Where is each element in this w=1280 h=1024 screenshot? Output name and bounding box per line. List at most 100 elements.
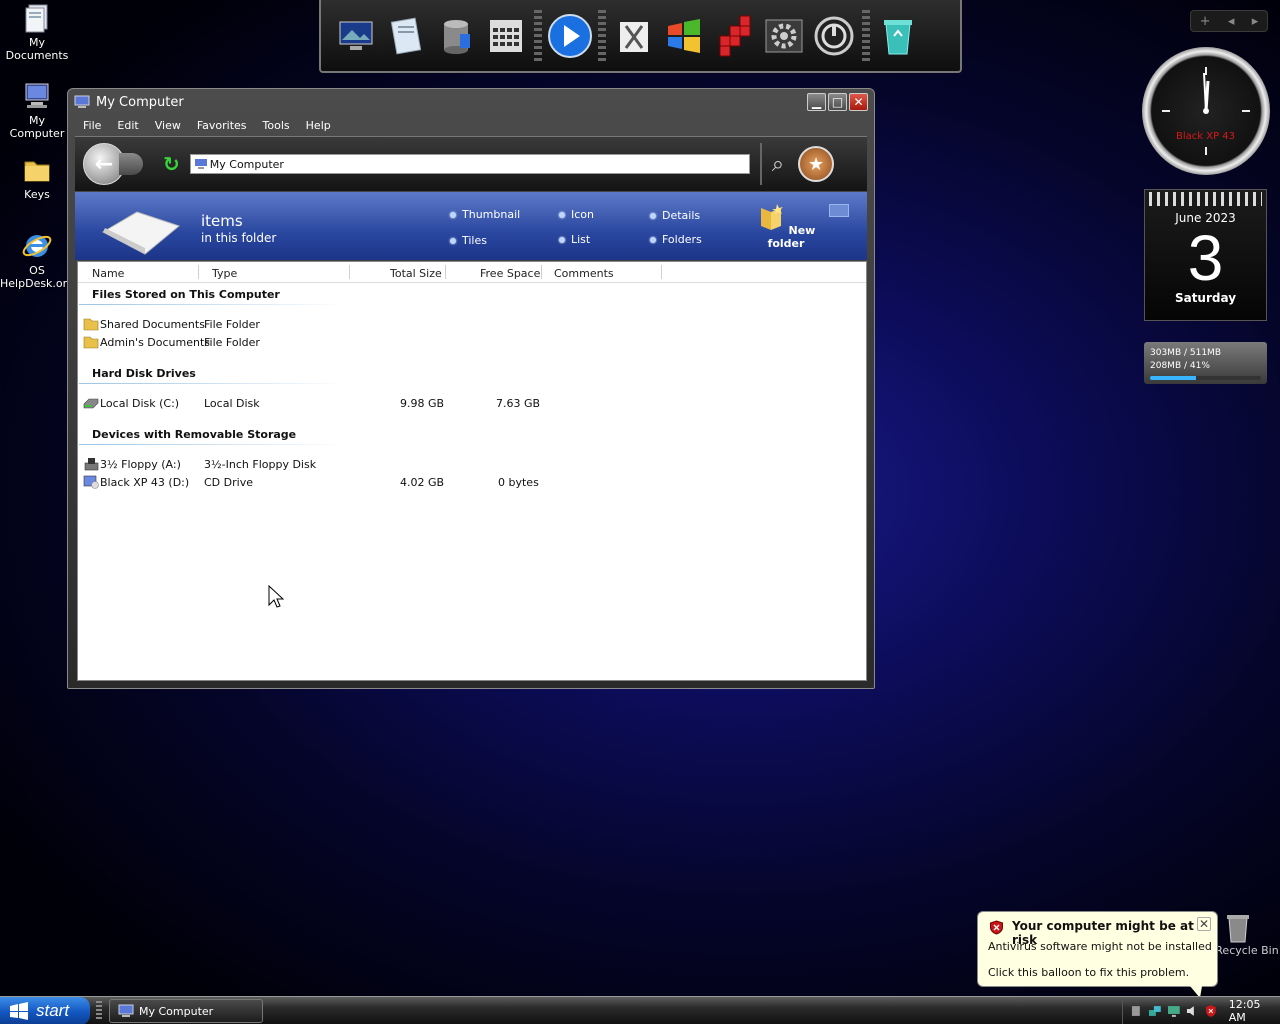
start-button[interactable]: start xyxy=(0,997,90,1024)
new-folder-button[interactable]: New folder xyxy=(751,202,821,250)
view-option-label: Tiles xyxy=(462,234,487,247)
desktop-icon-my-computer[interactable]: My Computer xyxy=(0,80,74,140)
column-divider[interactable] xyxy=(661,265,662,279)
minimize-button[interactable]: ▁ xyxy=(807,93,826,111)
safely-remove-hardware-icon[interactable] xyxy=(1129,1004,1143,1018)
view-details-option[interactable]: Details xyxy=(650,209,700,222)
dock-recycle-bin-icon[interactable] xyxy=(873,8,923,64)
column-type[interactable]: Type xyxy=(212,267,237,280)
windows-flag-icon xyxy=(10,1002,28,1020)
new-folder-icon xyxy=(760,204,783,230)
view-folders-option[interactable]: Folders xyxy=(650,233,702,246)
view-tiles-option[interactable]: Tiles xyxy=(450,234,487,247)
dock-display-icon[interactable] xyxy=(331,8,381,64)
dock-windows-icon[interactable] xyxy=(659,8,709,64)
row-type: File Folder xyxy=(204,318,260,331)
column-divider[interactable] xyxy=(349,265,350,279)
dock-calculator-icon[interactable] xyxy=(481,8,531,64)
menu-edit[interactable]: Edit xyxy=(109,119,146,132)
security-alert-icon[interactable] xyxy=(1204,1004,1218,1018)
column-total-size[interactable]: Total Size xyxy=(390,267,442,280)
row-name: Black XP 43 (D:) xyxy=(100,476,190,489)
info-toggle-icon[interactable] xyxy=(829,204,849,217)
table-row[interactable]: Local Disk (C:) Local Disk 9.98 GB 7.63 … xyxy=(78,395,638,412)
menu-favorites[interactable]: Favorites xyxy=(189,119,255,132)
search-icon[interactable]: ⌕ xyxy=(772,152,784,177)
column-divider[interactable] xyxy=(445,265,446,279)
column-divider[interactable] xyxy=(541,265,542,279)
group-divider xyxy=(79,304,347,305)
cd-drive-icon xyxy=(83,475,99,489)
memory-line-2: 208MB / 41% xyxy=(1150,361,1210,371)
window-titlebar[interactable]: My Computer ▁ □ ✕ xyxy=(68,89,874,115)
memory-usage-fill xyxy=(1150,376,1196,380)
close-button[interactable]: ✕ xyxy=(849,93,868,111)
calendar-rings xyxy=(1149,192,1262,206)
quick-launch-grip[interactable] xyxy=(96,1001,102,1021)
display-icon[interactable] xyxy=(1167,1004,1181,1018)
menu-tools[interactable]: Tools xyxy=(255,119,298,132)
group-header: Hard Disk Drives xyxy=(92,367,196,380)
row-type: 3½-Inch Floppy Disk xyxy=(204,458,317,471)
view-list-option[interactable]: List xyxy=(559,233,590,246)
table-row[interactable]: 3½ Floppy (A:) 3½-Inch Floppy Disk xyxy=(78,456,638,473)
gadget-toolbar: + ◂ ▸ xyxy=(1190,10,1268,32)
column-comments[interactable]: Comments xyxy=(554,267,614,280)
dock-registry-icon[interactable] xyxy=(709,8,759,64)
row-name: Admin's Documents xyxy=(100,336,211,349)
table-row[interactable]: Admin's Documents File Folder xyxy=(78,334,638,351)
refresh-icon[interactable]: ↻ xyxy=(163,152,180,176)
desktop-icon-recycle-bin[interactable]: Recycle Bin xyxy=(1212,912,1280,957)
balloon-close-icon[interactable]: ✕ xyxy=(1197,917,1211,931)
previous-icon[interactable]: ◂ xyxy=(1228,14,1235,29)
volume-icon[interactable] xyxy=(1185,1004,1199,1018)
desktop-icon-label: Recycle Bin xyxy=(1215,944,1279,957)
desktop-icon-my-documents[interactable]: My Documents xyxy=(0,2,74,62)
bullet-icon xyxy=(650,212,656,219)
column-free-space[interactable]: Free Space xyxy=(480,267,540,280)
view-thumbnail-option[interactable]: Thumbnail xyxy=(450,208,520,221)
column-headers: Name Type Total Size Free Space Comments xyxy=(78,262,866,283)
dock-media-player-icon[interactable] xyxy=(545,8,595,64)
folder-info-bar: items in this folder Thumbnail Icon Deta… xyxy=(75,192,867,260)
view-icon-option[interactable]: Icon xyxy=(559,208,594,221)
tray-clock[interactable]: 12:05 AM xyxy=(1229,998,1280,1024)
balloon-message: Antivirus software might not be installe… xyxy=(988,940,1212,953)
column-divider[interactable] xyxy=(198,265,199,279)
desktop-icon-os-helpdesk[interactable]: OS HelpDesk.org xyxy=(0,230,74,290)
table-row[interactable]: Shared Documents File Folder xyxy=(78,316,638,333)
documents-icon xyxy=(25,4,48,33)
forward-button[interactable] xyxy=(119,153,143,175)
column-name[interactable]: Name xyxy=(92,267,124,280)
row-free-space: 7.63 GB xyxy=(496,397,541,410)
dock-tools-icon[interactable] xyxy=(609,8,659,64)
row-free-space: 0 bytes xyxy=(498,476,539,489)
row-type: Local Disk xyxy=(204,397,260,410)
dock-settings-icon[interactable] xyxy=(759,8,809,64)
view-option-label: Details xyxy=(662,209,701,222)
memory-usage-bar xyxy=(1150,376,1261,380)
open-folder-icon xyxy=(101,211,181,255)
dock-notepad-icon[interactable] xyxy=(381,8,431,64)
table-row[interactable]: Black XP 43 (D:) CD Drive 4.02 GB 0 byte… xyxy=(78,474,638,491)
taskbar-button-my-computer[interactable]: My Computer xyxy=(109,999,263,1023)
menu-file[interactable]: File xyxy=(75,119,109,132)
menu-view[interactable]: View xyxy=(147,119,189,132)
maximize-button[interactable]: □ xyxy=(828,93,847,111)
add-gadget-icon[interactable]: + xyxy=(1200,14,1211,29)
bullet-icon xyxy=(559,236,565,243)
dock-database-icon[interactable] xyxy=(431,8,481,64)
desktop-icon-keys[interactable]: Keys xyxy=(0,154,74,201)
dock-separator xyxy=(534,9,542,62)
view-option-label: Icon xyxy=(571,208,594,221)
dock-power-icon[interactable] xyxy=(809,8,859,64)
menu-help[interactable]: Help xyxy=(298,119,339,132)
security-alert-balloon[interactable]: Your computer might be at risk ✕ Antivir… xyxy=(977,911,1218,998)
address-bar[interactable]: My Computer xyxy=(189,154,750,174)
system-tray: 12:05 AM xyxy=(1122,997,1280,1024)
mouse-cursor-icon xyxy=(268,585,284,608)
next-icon[interactable]: ▸ xyxy=(1252,14,1259,29)
view-option-label: Thumbnail xyxy=(462,208,521,221)
favorites-star-icon[interactable]: ★ xyxy=(798,146,835,182)
network-icon[interactable] xyxy=(1148,1004,1162,1018)
